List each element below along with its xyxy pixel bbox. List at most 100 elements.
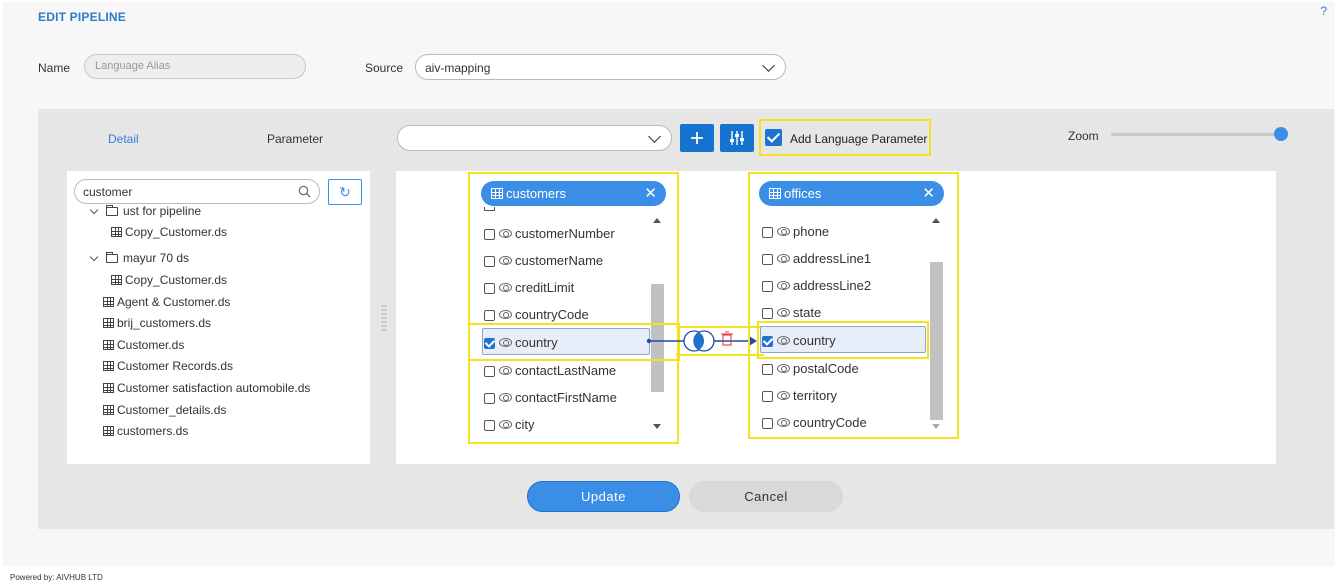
- field-row[interactable]: phone: [762, 224, 829, 244]
- eye-icon[interactable]: [499, 420, 512, 429]
- tab-parameter[interactable]: Parameter: [267, 132, 323, 146]
- refresh-button[interactable]: ↻: [328, 179, 362, 205]
- field-row[interactable]: customerName: [484, 253, 603, 273]
- field-checkbox[interactable]: [484, 420, 495, 431]
- field-row[interactable]: postalCode: [762, 361, 859, 381]
- field-row-selected[interactable]: country: [762, 333, 836, 353]
- field-row[interactable]: creditLimit: [484, 280, 574, 300]
- help-icon[interactable]: ?: [1320, 4, 1327, 18]
- scroll-up-icon[interactable]: [932, 218, 940, 223]
- field-checkbox[interactable]: [484, 229, 495, 240]
- right-node-title: offices: [784, 186, 822, 201]
- field-checkbox[interactable]: [484, 366, 495, 377]
- panel-splitter-handle[interactable]: [381, 304, 387, 332]
- table-icon: [769, 188, 781, 199]
- right-node-header[interactable]: offices ✕: [759, 181, 944, 206]
- table-icon: [103, 383, 114, 393]
- scroll-up-icon[interactable]: [653, 218, 661, 223]
- field-checkbox[interactable]: [484, 283, 495, 294]
- field-row[interactable]: contactFirstName: [484, 390, 617, 410]
- eye-icon[interactable]: [499, 229, 512, 238]
- tree-item-label: Copy_Customer.ds: [125, 273, 228, 287]
- tree-item-dataset[interactable]: Customer Records.ds: [103, 359, 233, 373]
- dataset-search-value: customer: [83, 185, 133, 199]
- field-checkbox[interactable]: [762, 308, 773, 319]
- tree-item-label: Customer.ds: [117, 338, 185, 352]
- zoom-slider-track[interactable]: [1111, 133, 1283, 136]
- tab-detail[interactable]: Detail: [108, 132, 139, 146]
- field-checkbox[interactable]: [484, 393, 495, 404]
- tree-item-dataset[interactable]: Agent & Customer.ds: [103, 295, 230, 309]
- field-checkbox[interactable]: [762, 418, 773, 429]
- field-checkbox[interactable]: [762, 391, 773, 402]
- eye-icon[interactable]: [499, 283, 512, 292]
- eye-icon[interactable]: [499, 393, 512, 402]
- name-input[interactable]: Language Alias: [84, 54, 306, 79]
- parameter-select[interactable]: [397, 125, 672, 151]
- field-checkbox[interactable]: [762, 364, 773, 375]
- eye-icon[interactable]: [777, 391, 790, 400]
- field-row[interactable]: customerNumber: [484, 226, 615, 246]
- field-checkbox[interactable]: [484, 310, 495, 321]
- scroll-down-icon[interactable]: [932, 424, 940, 429]
- tree-item-label: Agent & Customer.ds: [117, 295, 231, 309]
- tree-item-dataset[interactable]: customers.ds: [103, 424, 188, 438]
- eye-icon[interactable]: [777, 254, 790, 263]
- tree-item-dataset[interactable]: Customer.ds: [103, 338, 184, 352]
- field-checkbox[interactable]: [762, 281, 773, 292]
- field-label: territory: [793, 388, 838, 403]
- field-row[interactable]: contactLastName: [484, 363, 616, 383]
- join-canvas: customers ✕ customerNumber customerName …: [396, 171, 1276, 464]
- eye-icon[interactable]: [777, 281, 790, 290]
- tree-item-dataset[interactable]: Customer satisfaction automobile.ds: [103, 381, 310, 395]
- eye-icon[interactable]: [777, 364, 790, 373]
- tree-item-dataset[interactable]: brij_customers.ds: [103, 316, 211, 330]
- field-checkbox[interactable]: [484, 338, 495, 349]
- eye-icon[interactable]: [777, 308, 790, 317]
- zoom-slider-thumb[interactable]: [1274, 127, 1288, 141]
- name-label: Name: [38, 61, 71, 75]
- source-select-value: aiv-mapping: [425, 61, 491, 75]
- field-row-selected[interactable]: country: [484, 335, 558, 355]
- left-node-header[interactable]: customers ✕: [481, 181, 666, 206]
- eye-icon[interactable]: [499, 366, 512, 375]
- eye-icon[interactable]: [499, 256, 512, 265]
- field-checkbox[interactable]: [484, 256, 495, 267]
- field-label: customerName: [515, 253, 604, 268]
- field-row[interactable]: territory: [762, 388, 837, 408]
- cancel-button[interactable]: Cancel: [689, 481, 843, 512]
- tree-item-folder[interactable]: mayur 70 ds: [89, 251, 189, 265]
- field-label: addressLine2: [793, 278, 872, 293]
- source-select[interactable]: aiv-mapping: [415, 54, 786, 80]
- dataset-search-input[interactable]: customer: [74, 179, 320, 204]
- tree-item-dataset[interactable]: Copy_Customer.ds: [111, 225, 227, 239]
- table-icon: [103, 426, 114, 436]
- field-checkbox[interactable]: [762, 336, 773, 347]
- tree-item-dataset[interactable]: Copy_Customer.ds: [111, 273, 227, 287]
- inner-join-icon: [683, 330, 715, 352]
- close-icon[interactable]: ✕: [644, 184, 657, 202]
- eye-icon[interactable]: [499, 310, 512, 319]
- eye-icon[interactable]: [777, 336, 790, 345]
- right-node-scrollbar-thumb[interactable]: [930, 262, 943, 420]
- field-row[interactable]: city: [484, 417, 535, 437]
- tree-item-folder[interactable]: ust for pipeline: [89, 204, 201, 218]
- update-button[interactable]: Update: [527, 481, 680, 512]
- parameter-settings-button[interactable]: [720, 124, 754, 152]
- close-icon[interactable]: ✕: [922, 184, 935, 202]
- field-row[interactable]: countryCode: [762, 415, 867, 435]
- add-parameter-button[interactable]: [680, 124, 714, 152]
- eye-icon[interactable]: [777, 227, 790, 236]
- add-language-checkbox[interactable]: [765, 129, 782, 146]
- eye-icon[interactable]: [499, 338, 512, 347]
- tree-item-dataset[interactable]: Customer_details.ds: [103, 403, 226, 417]
- scroll-down-icon[interactable]: [653, 424, 661, 429]
- field-checkbox[interactable]: [762, 254, 773, 265]
- eye-icon[interactable]: [777, 418, 790, 427]
- chevron-down-icon: [762, 59, 775, 72]
- field-row[interactable]: addressLine2: [762, 278, 871, 298]
- field-checkbox[interactable]: [762, 227, 773, 238]
- pipeline-editor-panel: Detail Parameter Add Language Parameter …: [38, 109, 1334, 529]
- zoom-label: Zoom: [1068, 129, 1099, 143]
- field-row[interactable]: addressLine1: [762, 251, 871, 271]
